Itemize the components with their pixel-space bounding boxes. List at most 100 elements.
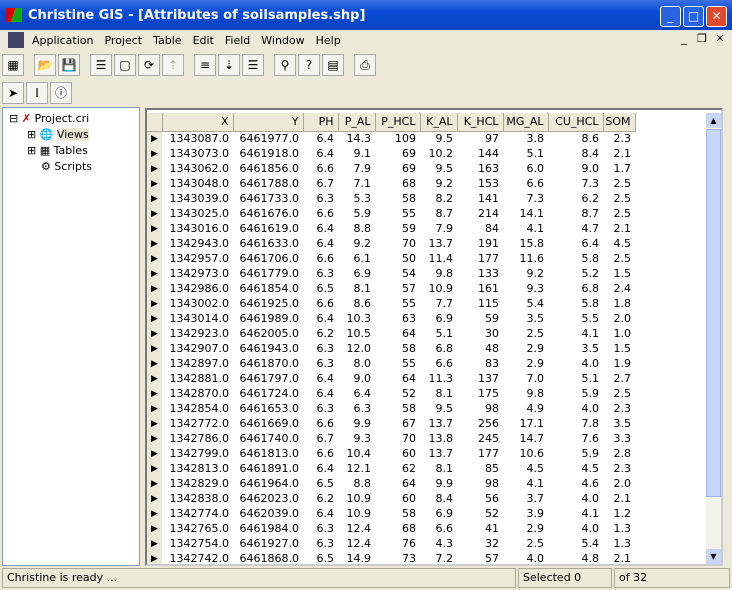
cell[interactable]: 2.9 [503,521,548,536]
cell[interactable]: 1343002.0 [162,296,233,311]
cell[interactable]: 52 [457,506,503,521]
cell[interactable]: 8.4 [420,491,457,506]
cell[interactable]: 6.3 [303,536,338,551]
cell[interactable]: 69 [375,161,420,176]
cell[interactable]: 175 [457,386,503,401]
cell[interactable]: 6.3 [303,521,338,536]
cell[interactable]: 5.9 [338,206,375,221]
cell[interactable]: 8.7 [420,206,457,221]
cell[interactable]: 5.1 [503,146,548,161]
cell[interactable]: 6461927.0 [233,536,303,551]
new-table-icon[interactable]: ▦ [2,54,24,76]
cell[interactable]: 98 [457,401,503,416]
table-row[interactable]: ▶ 1343002.0 6461925.0 6.6 8.6 55 7.7 115 5.4 5.8 1… [147,296,635,311]
cell[interactable]: 17.1 [503,416,548,431]
cell[interactable]: 4.7 [548,221,603,236]
table-row[interactable]: ▶ 1342854.0 6461653.0 6.3 6.3 58 9.5 98 4.9 4.0 2.… [147,401,635,416]
cell[interactable]: 14.7 [503,431,548,446]
row-selector-icon[interactable]: ▶ [147,536,162,551]
cell[interactable]: 8.6 [338,296,375,311]
cell[interactable]: 6461669.0 [233,416,303,431]
row-selector-icon[interactable]: ▶ [147,506,162,521]
cell[interactable]: 4.5 [503,461,548,476]
table-row[interactable]: ▶ 1342829.0 6461964.0 6.5 8.8 64 9.9 98 4.1 4.6 2.… [147,476,635,491]
cell[interactable]: 1343087.0 [162,131,233,146]
row-selector-icon[interactable]: ▶ [147,521,162,536]
query-builder-icon[interactable]: ? [298,54,320,76]
cell[interactable]: 8.8 [338,476,375,491]
cell[interactable]: 4.1 [548,506,603,521]
table-row[interactable]: ▶ 1342742.0 6461868.0 6.5 14.9 73 7.2 57 4.0 4.8 2… [147,551,635,564]
cell[interactable]: 52 [375,386,420,401]
cell[interactable]: 6.9 [420,311,457,326]
tree-item-views[interactable]: ⊞ 🌐 Views [9,127,139,143]
mdi-close-icon[interactable]: ✕ [712,32,728,45]
cell[interactable]: 2.1 [603,551,635,564]
column-header-mg-al[interactable]: MG_AL [503,113,549,132]
cell[interactable]: 97 [457,131,503,146]
cell[interactable]: 4.0 [548,491,603,506]
row-selector-icon[interactable]: ▶ [147,326,162,341]
row-selector-icon[interactable]: ▶ [147,311,162,326]
cell[interactable]: 6461706.0 [233,251,303,266]
cell[interactable]: 2.0 [603,476,635,491]
cell[interactable]: 6461918.0 [233,146,303,161]
cell[interactable]: 4.0 [503,551,548,564]
find-binoculars-icon[interactable]: ⚲ [274,54,296,76]
cell[interactable]: 1342870.0 [162,386,233,401]
cell[interactable]: 1342854.0 [162,401,233,416]
row-selector-icon[interactable]: ▶ [147,146,162,161]
cell[interactable]: 6.6 [420,356,457,371]
cell[interactable]: 62 [375,461,420,476]
row-selector-icon[interactable]: ▶ [147,446,162,461]
table-row[interactable]: ▶ 1342772.0 6461669.0 6.6 9.9 67 13.7 256 17.1 7.… [147,416,635,431]
cell[interactable]: 6.5 [303,476,338,491]
cell[interactable]: 1343039.0 [162,191,233,206]
row-selector-icon[interactable]: ▶ [147,251,162,266]
menu-edit[interactable]: Edit [193,34,214,47]
minimize-button[interactable]: _ [660,6,681,27]
cell[interactable]: 6461633.0 [233,236,303,251]
row-selector-icon[interactable]: ▶ [147,161,162,176]
cell[interactable]: 6.4 [303,146,338,161]
row-selector-icon[interactable]: ▶ [147,191,162,206]
cell[interactable]: 68 [375,176,420,191]
cell[interactable]: 56 [457,491,503,506]
cell[interactable]: 5.1 [548,371,603,386]
row-selector-icon[interactable]: ▶ [147,461,162,476]
mdi-restore-icon[interactable]: ❐ [694,32,710,45]
column-header-y[interactable]: Y [233,113,304,132]
cell[interactable]: 8.6 [548,131,603,146]
cell[interactable]: 2.7 [603,371,635,386]
cell[interactable]: 9.0 [548,161,603,176]
column-header-x[interactable]: X [162,113,234,132]
cell[interactable]: 191 [457,236,503,251]
cell[interactable]: 3.3 [603,431,635,446]
cell[interactable]: 9.2 [503,266,548,281]
cell[interactable]: 1342765.0 [162,521,233,536]
cell[interactable]: 6.6 [503,176,548,191]
cell[interactable]: 6.3 [303,191,338,206]
cell[interactable]: 2.3 [603,401,635,416]
cell[interactable]: 2.5 [603,176,635,191]
tree-root[interactable]: ⊟ ✗ Project.cri [9,111,139,127]
cell[interactable]: 2.5 [503,536,548,551]
save-icon[interactable]: 💾 [58,54,80,76]
cell[interactable]: 5.1 [420,326,457,341]
cell[interactable]: 1.5 [603,266,635,281]
cell[interactable]: 7.6 [548,431,603,446]
vertical-scrollbar[interactable]: ▲ ▼ [706,113,721,564]
row-selector-icon[interactable]: ▶ [147,296,162,311]
cell[interactable]: 1342754.0 [162,536,233,551]
cell[interactable]: 6.6 [303,446,338,461]
cell[interactable]: 5.3 [338,191,375,206]
cell[interactable]: 85 [457,461,503,476]
cell[interactable]: 3.5 [548,341,603,356]
menu-table[interactable]: Table [153,34,181,47]
cell[interactable]: 8.1 [338,281,375,296]
cell[interactable]: 6.6 [303,296,338,311]
menu-application[interactable]: Application [32,34,93,47]
cell[interactable]: 9.1 [338,146,375,161]
cell[interactable]: 177 [457,446,503,461]
cell[interactable]: 109 [375,131,420,146]
